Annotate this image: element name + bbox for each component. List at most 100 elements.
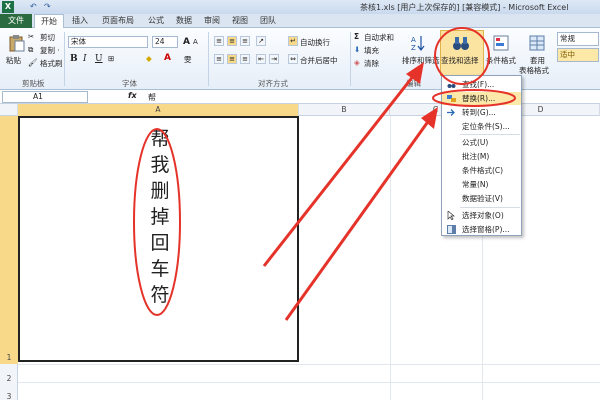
align-left-icon[interactable]: ≡: [214, 54, 224, 64]
style-normal[interactable]: 常规: [557, 32, 599, 46]
font-size-combo[interactable]: 24: [152, 36, 178, 48]
column-header-b[interactable]: B: [299, 104, 390, 116]
cut-button[interactable]: 剪切: [40, 32, 55, 43]
sort-filter-button[interactable]: 排序和筛选: [402, 55, 440, 66]
cut-icon[interactable]: ✂: [28, 32, 34, 41]
formula-content[interactable]: 帮: [148, 92, 156, 103]
undo-icon[interactable]: ↶: [30, 2, 37, 11]
pane-icon: [447, 225, 456, 234]
menu-item-select-objects-label: 选择对象(O): [462, 211, 504, 220]
fx-icon[interactable]: fx: [128, 91, 137, 100]
svg-text:A: A: [411, 36, 416, 44]
tab-file[interactable]: 文件: [0, 14, 32, 28]
grow-font-button[interactable]: A: [183, 37, 190, 47]
menu-item-formulas-label: 公式(U): [462, 138, 489, 147]
phonetic-button[interactable]: 雯: [184, 54, 192, 65]
tab-view[interactable]: 视图: [226, 14, 254, 28]
font-name-combo[interactable]: 宋体: [68, 36, 148, 48]
paste-icon[interactable]: [8, 34, 26, 52]
align-center-icon[interactable]: ≡: [227, 54, 237, 64]
outdent-icon[interactable]: ⇥: [269, 54, 279, 64]
tab-team[interactable]: 团队: [254, 14, 282, 28]
orientation-icon[interactable]: ↗: [256, 36, 266, 46]
copy-icon[interactable]: ⧉: [28, 45, 33, 55]
menu-item-goto-special-label: 定位条件(S)...: [462, 122, 510, 131]
find-select-button[interactable]: 查找和选择: [441, 55, 479, 66]
table-format-icon[interactable]: [528, 34, 546, 52]
menu-item-replace[interactable]: 替换(R)...: [442, 92, 521, 105]
conditional-format-button[interactable]: 条件格式: [486, 55, 516, 66]
replace-icon: [447, 95, 456, 102]
tab-data[interactable]: 数据: [170, 14, 198, 28]
title-bar: X ↶ ↷ 茶核1.xls [用户上次保存的] [兼容模式] - Microso…: [0, 0, 600, 14]
clear-icon[interactable]: ◈: [354, 58, 360, 67]
clear-button[interactable]: 清除: [364, 58, 379, 69]
conditional-format-icon[interactable]: [492, 34, 510, 52]
select-all-corner[interactable]: [0, 104, 18, 116]
cell-a1-char: 帮: [150, 128, 170, 150]
fill-icon[interactable]: ⬇: [354, 45, 360, 54]
menu-item-formulas[interactable]: 公式(U): [442, 136, 521, 149]
column-header-a[interactable]: A: [18, 104, 299, 116]
fill-button[interactable]: 填充: [364, 45, 379, 56]
bold-button[interactable]: B: [70, 54, 78, 64]
binoculars-icon[interactable]: [452, 34, 470, 52]
wrap-text-button[interactable]: 自动换行: [300, 37, 330, 48]
cell-a1[interactable]: 帮 我 删 掉 回 车 符: [18, 116, 299, 362]
clipboard-group-label: 剪贴板: [22, 79, 45, 88]
font-group-label: 字体: [122, 79, 137, 88]
menu-item-comments[interactable]: 批注(M): [442, 150, 521, 163]
shrink-font-button[interactable]: A: [193, 38, 198, 46]
paste-button[interactable]: 粘贴: [6, 55, 21, 66]
menu-item-constants[interactable]: 常量(N): [442, 178, 521, 191]
menu-item-data-validation-label: 数据验证(V): [462, 194, 503, 203]
wrap-text-icon[interactable]: ↵: [288, 36, 298, 46]
align-top-icon[interactable]: ≡: [214, 36, 224, 46]
menu-item-find[interactable]: 查找(F)...: [442, 78, 521, 91]
excel-logo-icon: X: [2, 1, 14, 13]
menu-item-data-validation[interactable]: 数据验证(V): [442, 192, 521, 205]
align-bottom-icon[interactable]: ≡: [240, 36, 250, 46]
autosum-icon[interactable]: Σ: [354, 32, 359, 41]
autosum-button[interactable]: 自动求和: [364, 32, 394, 43]
tab-page-layout[interactable]: 页面布局: [96, 14, 140, 28]
menu-item-conditional-format[interactable]: 条件格式(C): [442, 164, 521, 177]
ribbon-tabs: 文件 开始 插入 页面布局 公式 数据 审阅 视图 团队: [0, 14, 600, 29]
format-painter-button[interactable]: 格式刷: [40, 58, 63, 69]
binoculars-icon: [447, 84, 456, 88]
menu-separator: [460, 207, 520, 208]
menu-item-constants-label: 常量(N): [462, 180, 489, 189]
menu-item-comments-label: 批注(M): [462, 152, 490, 161]
gridline: [18, 382, 600, 383]
indent-icon[interactable]: ⇤: [256, 54, 266, 64]
underline-button[interactable]: U: [95, 54, 103, 64]
merge-center-icon[interactable]: ⇔: [288, 54, 298, 64]
menu-item-select-objects[interactable]: 选择对象(O): [442, 209, 521, 222]
menu-item-goto-special[interactable]: 定位条件(S)...: [442, 120, 521, 133]
align-middle-icon[interactable]: ≡: [227, 36, 237, 46]
font-color-icon[interactable]: A: [164, 53, 171, 63]
gridline: [18, 364, 600, 365]
tab-insert[interactable]: 插入: [66, 14, 94, 28]
table-format-button-line2[interactable]: 表格格式: [519, 65, 549, 76]
fill-color-icon[interactable]: ◆: [146, 54, 152, 63]
menu-item-goto[interactable]: 转到(G)...: [442, 106, 521, 119]
style-medium[interactable]: 适中: [557, 48, 599, 62]
row-header-1[interactable]: 1: [0, 353, 18, 362]
redo-icon[interactable]: ↷: [44, 2, 51, 11]
menu-item-replace-label: 替换(R)...: [462, 94, 496, 103]
format-painter-icon[interactable]: 🖌: [28, 58, 38, 67]
merge-center-button[interactable]: 合并后居中: [300, 55, 338, 66]
tab-formulas[interactable]: 公式: [142, 14, 170, 28]
tab-review[interactable]: 审阅: [198, 14, 226, 28]
tab-home[interactable]: 开始: [34, 14, 64, 29]
align-right-icon[interactable]: ≡: [240, 54, 250, 64]
menu-item-goto-label: 转到(G)...: [462, 108, 496, 117]
italic-button[interactable]: I: [83, 54, 87, 64]
row-header-2[interactable]: 2: [0, 374, 18, 383]
sort-filter-icon[interactable]: A Z: [410, 34, 428, 52]
border-icon[interactable]: ⊞: [108, 54, 114, 63]
copy-button[interactable]: 复制 ·: [40, 45, 60, 56]
name-box[interactable]: A1: [2, 91, 88, 103]
menu-item-selection-pane[interactable]: 选择窗格(P)...: [442, 223, 521, 236]
